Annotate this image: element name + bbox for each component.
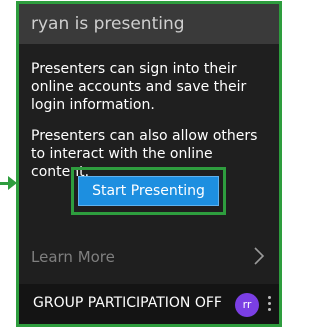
group-participation-toggle[interactable]: GROUP PARTICIPATION OFF xyxy=(33,295,222,311)
presenter-status-title: ryan is presenting xyxy=(31,14,185,34)
start-presenting-button[interactable]: Start Presenting xyxy=(78,176,219,206)
presenter-panel: ryan is presenting Presenters can sign i… xyxy=(16,1,282,327)
panel-header: ryan is presenting xyxy=(19,4,279,44)
more-vertical-icon[interactable] xyxy=(265,293,273,317)
panel-footer: GROUP PARTICIPATION OFF rr xyxy=(19,284,279,324)
learn-more-link[interactable]: Learn More xyxy=(19,236,279,276)
avatar[interactable]: rr xyxy=(235,293,259,317)
learn-more-label: Learn More xyxy=(31,248,115,266)
chevron-right-icon xyxy=(254,247,265,265)
presenter-info-text-1: Presenters can sign into their online ac… xyxy=(31,61,247,113)
